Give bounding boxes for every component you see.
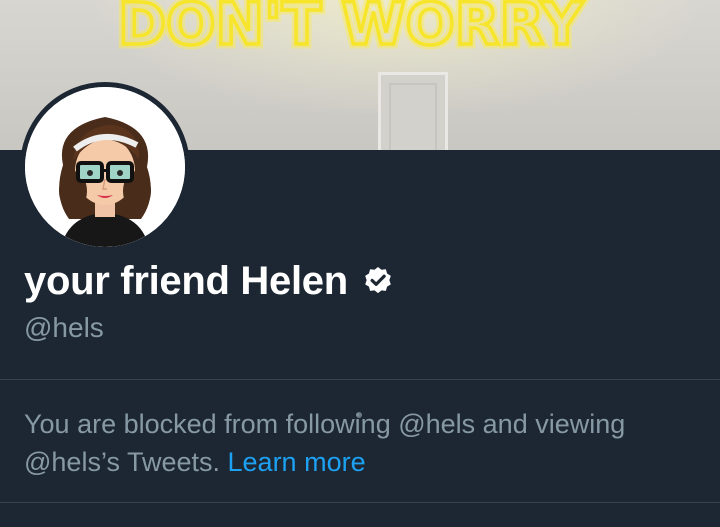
avatar-illustration (25, 87, 185, 247)
learn-more-link[interactable]: Learn more (228, 447, 366, 477)
avatar[interactable] (20, 82, 190, 252)
display-name: your friend Helen (24, 258, 348, 303)
banner-door (378, 72, 448, 150)
profile-handle: @hels (24, 312, 104, 343)
divider-bottom (0, 502, 720, 503)
banner-neon-text: DON'T WORRY (118, 0, 584, 58)
banner-neon-sign: DON'T WORRY DON'T WORRY (114, 0, 589, 63)
divider-top (0, 379, 720, 380)
display-name-row: your friend Helen (24, 255, 394, 307)
verified-badge-icon (365, 267, 391, 294)
blocked-notice: You are blocked from following @hels and… (24, 405, 694, 481)
